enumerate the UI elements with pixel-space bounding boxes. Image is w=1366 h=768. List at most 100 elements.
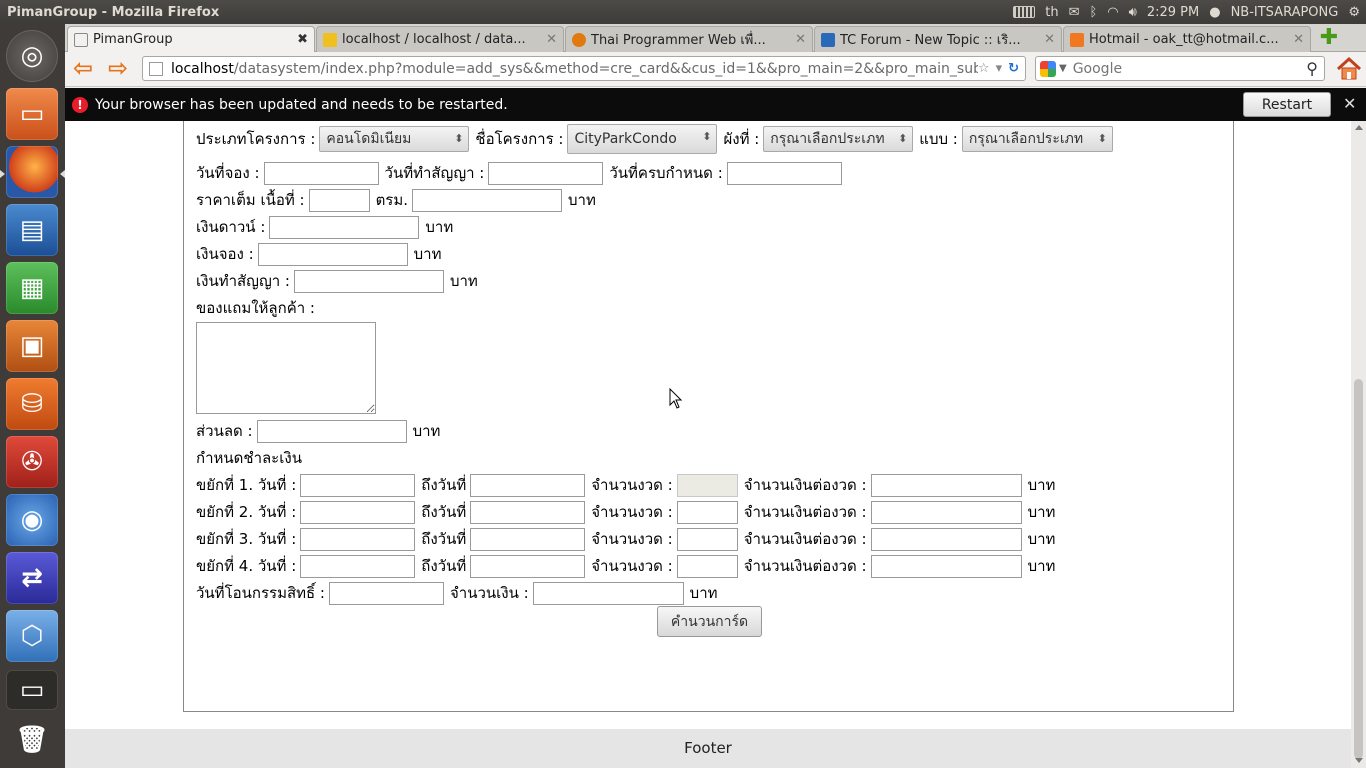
scroll-up-icon[interactable]: [1355, 125, 1363, 130]
close-icon[interactable]: ✕: [1293, 32, 1304, 47]
project-type-label: ประเภทโครงการ :: [196, 130, 316, 148]
gift-textarea[interactable]: [196, 322, 376, 414]
model-select[interactable]: กรุณาเลือกประเภท: [961, 126, 1113, 152]
bluetooth-icon[interactable]: ᛒ: [1089, 5, 1097, 20]
project-type-select[interactable]: คอนโดมิเนียม: [319, 126, 470, 152]
scrollbar-thumb[interactable]: [1354, 379, 1363, 759]
user-icon[interactable]: ●: [1209, 5, 1220, 20]
keyboard-layout[interactable]: th: [1045, 5, 1058, 20]
tab-thai-programmer[interactable]: Thai Programmer Web เพื่... ✕: [565, 26, 813, 52]
user-name[interactable]: NB-ITSARAPONG: [1231, 5, 1339, 20]
forward-button[interactable]: ⇨: [103, 56, 133, 82]
close-icon[interactable]: ✕: [1044, 32, 1055, 47]
reload-icon[interactable]: ↻: [1008, 61, 1019, 76]
chromium-icon[interactable]: ◉: [6, 494, 58, 546]
step-3-start-date-input[interactable]: [300, 527, 416, 551]
step-2-start-date-input[interactable]: [300, 500, 416, 524]
tab-hotmail[interactable]: Hotmail - oak_tt@hotmail.c... ✕: [1063, 26, 1311, 52]
wifi-icon[interactable]: ◠: [1107, 5, 1118, 20]
network-tool-icon[interactable]: ⇄: [6, 552, 58, 604]
system-settings-icon[interactable]: ✇: [6, 436, 58, 488]
scroll-down-icon[interactable]: [1355, 758, 1363, 763]
step-2-amount-input[interactable]: [870, 500, 1022, 524]
contract-date-input[interactable]: [488, 161, 604, 185]
baht-unit: บาท: [689, 584, 718, 602]
baht-unit: บาท: [413, 245, 442, 263]
plan-select[interactable]: กรุณาเลือกประเภท: [763, 126, 914, 152]
dash-home-icon[interactable]: ◎: [6, 30, 58, 82]
libreoffice-writer-icon[interactable]: ▤: [6, 204, 58, 256]
restart-button[interactable]: Restart: [1243, 92, 1331, 117]
step-4-end-date-input[interactable]: [470, 554, 586, 578]
workspace-switcher-icon[interactable]: ▭: [6, 670, 58, 710]
project-name-label: ชื่อโครงการ :: [475, 130, 564, 148]
contract-money-input[interactable]: [293, 269, 444, 293]
keyboard-icon[interactable]: [1013, 6, 1036, 18]
transfer-date-input[interactable]: [329, 581, 444, 605]
vertical-scrollbar[interactable]: [1351, 121, 1366, 768]
step-1-amount-input[interactable]: [870, 473, 1022, 497]
notification-message: Your browser has been updated and needs …: [95, 96, 508, 113]
tab-tc-forum[interactable]: TC Forum - New Topic :: เริ... ✕: [814, 26, 1062, 52]
launcher: ◎ ▭ ▤ ▦ ▣ ⛁ ✇ ◉ ⇄ ⬡ ▭ 🗑︎: [0, 24, 65, 768]
step-1-start-date-input[interactable]: [300, 473, 416, 497]
down-payment-input[interactable]: [269, 215, 420, 239]
installments-label: จำนวนงวด :: [591, 476, 673, 494]
step-2-end-date-input[interactable]: [470, 500, 586, 524]
step-4-start-date-input[interactable]: [300, 554, 416, 578]
step-3-amount-input[interactable]: [870, 527, 1022, 551]
down-payment-label: เงินดาวน์ :: [196, 218, 266, 236]
close-icon[interactable]: ✕: [1343, 94, 1356, 113]
chevron-down-icon[interactable]: ▼: [1059, 63, 1067, 74]
amount-input[interactable]: [532, 581, 684, 605]
back-button[interactable]: ⇦: [68, 56, 98, 82]
trash-icon[interactable]: 🗑︎: [6, 714, 58, 766]
step-3-end-date-input[interactable]: [470, 527, 586, 551]
libreoffice-calc-icon[interactable]: ▦: [6, 262, 58, 314]
url-bar[interactable]: localhost/datasystem/index.php?module=ad…: [142, 56, 1026, 81]
calculate-card-button[interactable]: คำนวนการ์ด: [657, 606, 762, 637]
step-4-amount-input[interactable]: [870, 554, 1022, 578]
full-price-area-label: ราคาเต็ม เนื้อที่ :: [196, 191, 305, 209]
new-tab-button[interactable]: ✚: [1317, 27, 1341, 50]
libreoffice-impress-icon[interactable]: ▣: [6, 320, 58, 372]
page-identity-icon[interactable]: [149, 61, 163, 76]
baht-unit: บาท: [1027, 530, 1056, 548]
full-price-input[interactable]: [412, 188, 563, 212]
tab-pimangroup[interactable]: PimanGroup ✖: [67, 26, 315, 52]
clock[interactable]: 2:29 PM: [1147, 5, 1199, 20]
step-4-installments-input[interactable]: [676, 554, 738, 578]
software-center-icon[interactable]: ⛁: [6, 378, 58, 430]
deposit-input[interactable]: [257, 242, 408, 266]
bookmark-star-icon[interactable]: ☆: [978, 61, 990, 76]
gear-icon[interactable]: ⚙: [1348, 5, 1360, 20]
search-bar[interactable]: ▼ ⚲: [1035, 56, 1325, 81]
virtualbox-icon[interactable]: ⬡: [6, 610, 58, 662]
project-name-select[interactable]: CityParkCondo: [567, 124, 718, 154]
to-date-label: ถึงวันที่: [421, 476, 467, 494]
mail-icon[interactable]: ✉: [1069, 5, 1080, 20]
home-icon[interactable]: [1335, 56, 1363, 82]
discount-input[interactable]: [256, 419, 407, 443]
tab-title: PimanGroup: [93, 32, 173, 47]
google-icon[interactable]: [1040, 60, 1056, 77]
search-input[interactable]: [1072, 60, 1307, 77]
due-date-input[interactable]: [726, 161, 842, 185]
url-text[interactable]: localhost/datasystem/index.php?module=ad…: [171, 61, 978, 77]
step-row-1: ขยักที่ 1. วันที่ : ถึงวันที่ จำนวนงวด :…: [196, 473, 1055, 497]
step-2-installments-input[interactable]: [676, 500, 738, 524]
step-1-end-date-input[interactable]: [470, 473, 586, 497]
step-3-installments-input[interactable]: [676, 527, 738, 551]
close-icon[interactable]: ✕: [546, 32, 557, 47]
history-dropdown-icon[interactable]: ▾: [996, 61, 1003, 76]
close-icon[interactable]: ✕: [795, 32, 806, 47]
step-date-label: ขยักที่ 3. วันที่ :: [196, 530, 297, 548]
tab-localhost[interactable]: localhost / localhost / data... ✕: [316, 26, 564, 52]
search-icon[interactable]: ⚲: [1306, 59, 1324, 78]
firefox-icon[interactable]: [6, 146, 58, 198]
volume-icon[interactable]: 🔊︎: [1129, 5, 1137, 20]
close-icon[interactable]: ✖: [297, 32, 308, 47]
home-folder-icon[interactable]: ▭: [6, 88, 58, 140]
booking-date-input[interactable]: [263, 161, 379, 185]
area-input[interactable]: [308, 188, 370, 212]
